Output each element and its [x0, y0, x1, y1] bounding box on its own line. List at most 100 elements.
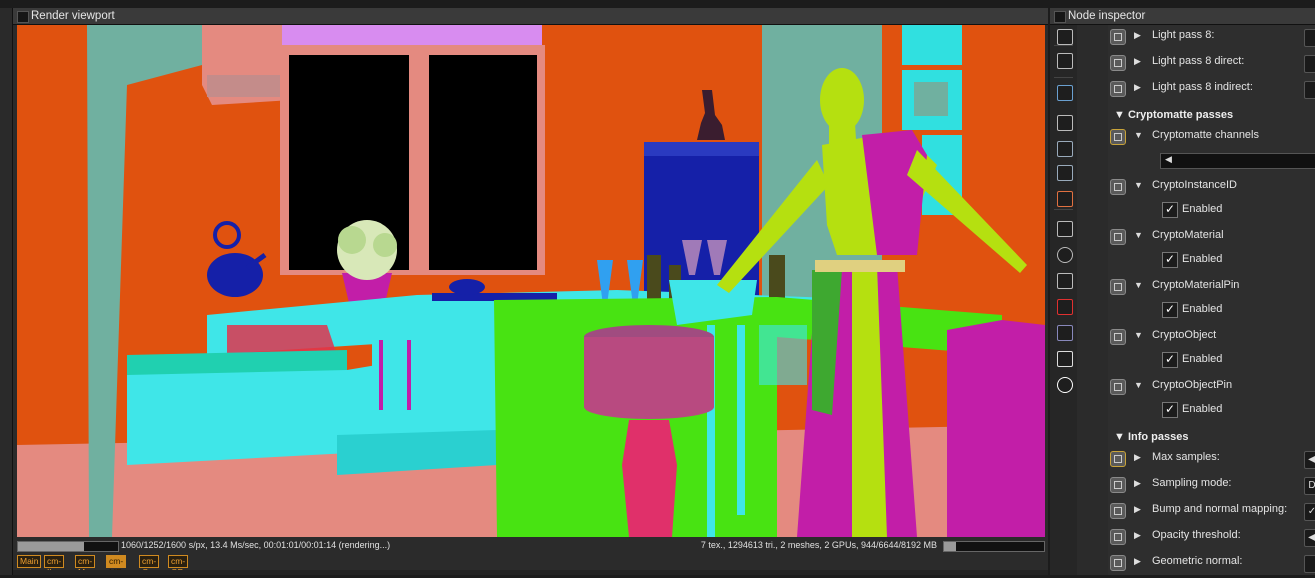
enabled-label: Enabled: [1182, 403, 1223, 415]
pin-icon[interactable]: [1110, 229, 1126, 245]
cryptomatte-section-header[interactable]: ▼ Cryptomatte passes: [1114, 109, 1233, 121]
pass-tab-cm-o[interactable]: cm-O: [139, 555, 160, 577]
cryptomatte-channels-slider-row[interactable]: ◀: [1108, 149, 1315, 171]
expand-arrow-icon[interactable]: ▶: [1134, 530, 1141, 541]
layers-icon[interactable]: [1057, 325, 1073, 341]
crypto-object-pin-enabled-row[interactable]: ✓ Enabled: [1108, 399, 1315, 421]
pin-icon[interactable]: [1110, 329, 1126, 345]
geometric-normal-label: Geometric normal:: [1152, 555, 1243, 567]
camera-icon[interactable]: [1057, 115, 1073, 131]
pin-icon[interactable]: [1110, 451, 1126, 467]
pass-tab-cm-m[interactable]: cm-M: [75, 555, 96, 577]
sampling-mode-dropdown[interactable]: D: [1304, 477, 1315, 495]
cryptomatte-channels-row[interactable]: ▼ Cryptomatte channels: [1108, 125, 1315, 151]
pin-icon[interactable]: [1110, 129, 1126, 145]
crypto-material-pin-enabled-row[interactable]: ✓ Enabled: [1108, 299, 1315, 321]
crypto-material-label: CryptoMaterial: [1152, 229, 1224, 241]
pin-icon[interactable]: [1110, 81, 1126, 97]
crypto-instance-id-enabled-row[interactable]: ✓ Enabled: [1108, 199, 1315, 221]
pin-icon[interactable]: [1110, 503, 1126, 519]
expand-arrow-icon[interactable]: ▶: [1134, 82, 1141, 93]
pin-icon[interactable]: [1110, 179, 1126, 195]
pass-tab-cm-ii[interactable]: cm-II: [44, 555, 65, 577]
crypto-material-row[interactable]: ▼ CryptoMaterial: [1108, 225, 1315, 251]
crypto-instance-id-row[interactable]: ▼ CryptoInstanceID: [1108, 175, 1315, 201]
sampling-mode-row[interactable]: ▶ Sampling mode: D: [1108, 473, 1315, 499]
render-status-text: 1060/1252/1600 s/px, 13.4 Ms/sec, 00:01:…: [121, 540, 391, 550]
pin-icon[interactable]: [1110, 555, 1126, 571]
memory-usage-fill: [944, 542, 956, 551]
clock-icon[interactable]: [1057, 247, 1073, 263]
tool-divider: [1054, 209, 1073, 210]
pass-tab-cm-mp[interactable]: cm-MP: [106, 555, 127, 577]
light-pass-8-row[interactable]: ▶ Light pass 8:: [1108, 25, 1315, 51]
light-pass-8-direct-row[interactable]: ▶ Light pass 8 direct:: [1108, 51, 1315, 77]
pass-tab-main[interactable]: Main: [17, 555, 42, 568]
database-add-icon[interactable]: [1057, 165, 1073, 181]
crypto-object-enabled-checkbox[interactable]: ✓: [1162, 352, 1178, 368]
light-pass-8-indirect-row[interactable]: ▶ Light pass 8 indirect:: [1108, 77, 1315, 103]
collapse-arrow-icon[interactable]: ▼: [1134, 330, 1143, 340]
light-pass-8-indirect-dropdown[interactable]: [1304, 81, 1315, 99]
collapse-arrow-icon[interactable]: ▼: [1134, 180, 1143, 190]
transform-icon[interactable]: [1057, 273, 1073, 289]
max-samples-stepper[interactable]: ◀: [1304, 451, 1315, 469]
crypto-material-pin-enabled-checkbox[interactable]: ✓: [1162, 302, 1178, 318]
pin-icon[interactable]: [1110, 477, 1126, 493]
expand-arrow-icon[interactable]: ▶: [1134, 56, 1141, 67]
cube-icon[interactable]: [1057, 299, 1073, 315]
crypto-material-pin-row[interactable]: ▼ CryptoMaterialPin: [1108, 275, 1315, 301]
geometric-normal-row[interactable]: ▶ Geometric normal:: [1108, 551, 1315, 575]
pin-icon[interactable]: [1110, 279, 1126, 295]
opacity-threshold-row[interactable]: ▶ Opacity threshold: ◀: [1108, 525, 1315, 551]
expand-arrow-icon[interactable]: ▶: [1134, 452, 1141, 463]
crypto-object-enabled-row[interactable]: ✓ Enabled: [1108, 349, 1315, 371]
slider-left-arrow-icon[interactable]: ◀: [1165, 154, 1172, 165]
node-graph-icon[interactable]: [1057, 29, 1073, 45]
picture-icon[interactable]: [1057, 351, 1073, 367]
collapse-arrow-icon[interactable]: ▼: [1134, 280, 1143, 290]
crypto-object-pin-row[interactable]: ▼ CryptoObjectPin: [1108, 375, 1315, 401]
opacity-threshold-stepper[interactable]: ◀: [1304, 529, 1315, 547]
geometric-normal-dropdown[interactable]: [1304, 555, 1315, 573]
crypto-object-pin-enabled-checkbox[interactable]: ✓: [1162, 402, 1178, 418]
material-icon[interactable]: [1057, 191, 1073, 207]
expand-arrow-icon[interactable]: ▶: [1134, 504, 1141, 515]
light-pass-8-indirect-label: Light pass 8 indirect:: [1152, 81, 1253, 93]
inspector-properties: ▶ Light pass 8: ▶ Light pass 8 direct: ▶…: [1108, 25, 1315, 575]
max-samples-row[interactable]: ▶ Max samples: ◀: [1108, 447, 1315, 473]
pin-icon[interactable]: [1110, 379, 1126, 395]
crypto-material-pin-label: CryptoMaterialPin: [1152, 279, 1240, 291]
panel-toggle-icon[interactable]: [1054, 11, 1066, 23]
collapse-arrow-icon[interactable]: ▼: [1134, 230, 1143, 240]
viewport-title-bar: Render viewport: [13, 8, 1048, 25]
pin-icon[interactable]: [1110, 29, 1126, 45]
viewport-bottom-toolbar: [13, 570, 1048, 575]
expand-arrow-icon[interactable]: ▶: [1134, 556, 1141, 567]
bump-normal-mapping-checkbox[interactable]: ✓: [1304, 503, 1315, 521]
expand-arrow-icon[interactable]: ▶: [1134, 478, 1141, 489]
collapse-arrow-icon[interactable]: ▼: [1134, 380, 1143, 390]
database-icon[interactable]: [1057, 141, 1073, 157]
sun-icon[interactable]: [1057, 377, 1073, 393]
pass-tab-cm-op[interactable]: cm-OP: [168, 555, 189, 577]
crypto-object-row[interactable]: ▼ CryptoObject: [1108, 325, 1315, 351]
info-passes-section-header[interactable]: ▼ Info passes: [1114, 431, 1188, 443]
render-image[interactable]: [17, 25, 1045, 537]
cryptomatte-channels-slider[interactable]: ◀: [1160, 153, 1315, 169]
light-pass-8-dropdown[interactable]: [1304, 29, 1315, 47]
pin-icon[interactable]: [1110, 529, 1126, 545]
collapse-arrow-icon[interactable]: ▼: [1134, 130, 1143, 140]
panel-toggle-icon[interactable]: [17, 11, 29, 23]
max-samples-label: Max samples:: [1152, 451, 1220, 463]
image-icon[interactable]: [1057, 85, 1073, 101]
expand-arrow-icon[interactable]: ▶: [1134, 30, 1141, 41]
frame-icon[interactable]: [1057, 221, 1073, 237]
outliner-icon[interactable]: [1057, 53, 1073, 69]
light-pass-8-direct-dropdown[interactable]: [1304, 55, 1315, 73]
bump-normal-mapping-row[interactable]: ▶ Bump and normal mapping: ✓: [1108, 499, 1315, 525]
pin-icon[interactable]: [1110, 55, 1126, 71]
crypto-instance-id-enabled-checkbox[interactable]: ✓: [1162, 202, 1178, 218]
crypto-material-enabled-checkbox[interactable]: ✓: [1162, 252, 1178, 268]
crypto-material-enabled-row[interactable]: ✓ Enabled: [1108, 249, 1315, 271]
